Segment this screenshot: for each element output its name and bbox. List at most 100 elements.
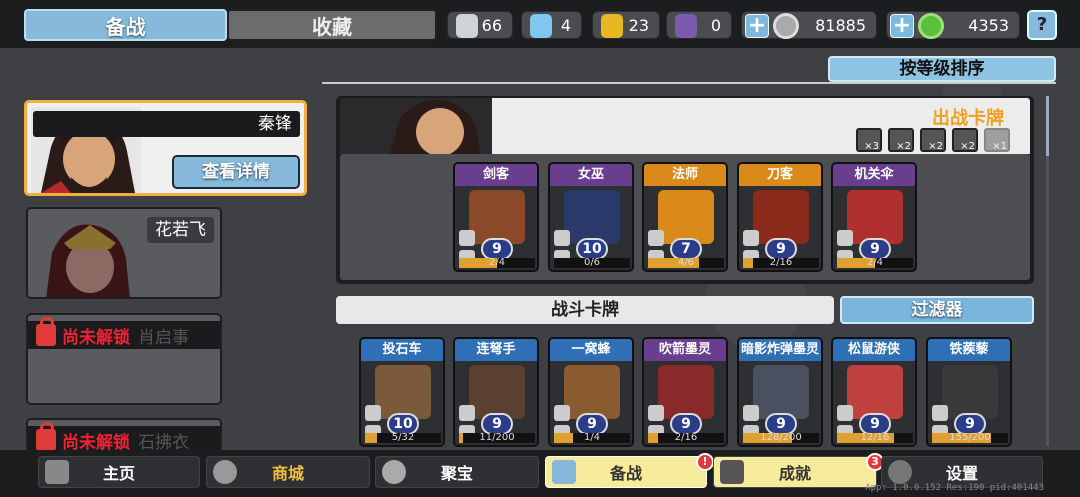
trait-icon [743,230,759,246]
tab-collection[interactable]: 收藏 [227,9,437,41]
card[interactable]: 连弩手 9 11/200 [453,337,539,447]
nav-achievements[interactable]: 成就 3 [713,453,884,488]
progress-text: 2/4 [866,257,884,268]
card-art [942,365,998,419]
scrollbar-thumb[interactable] [1046,96,1049,156]
home-icon [45,460,69,484]
nav-label: 聚宝 [440,464,473,483]
hero-card-selected[interactable]: 秦锋 查看详情 [24,100,307,196]
gems-value: 4353 [968,15,1009,35]
nav-label: 主页 [102,464,135,483]
deploy-title: 出战卡牌 [932,108,1004,129]
card-progress: 0/6 [554,258,630,268]
add-coins-button[interactable]: + [745,14,769,38]
view-details-button[interactable]: 查看详情 [172,155,300,189]
card-label: 连弩手 [455,339,537,361]
card-art [375,365,431,419]
help-button[interactable]: ? [1027,10,1057,40]
sort-by-level-button[interactable]: 按等级排序 [828,56,1056,82]
nav-treasure[interactable]: 聚宝 [375,456,539,488]
card-art [469,190,525,244]
card[interactable]: 剑客 9 2/4 [453,162,539,272]
card-label: 机关伞 [833,164,915,186]
progress-text: 1/4 [583,432,601,443]
nav-prepare[interactable]: 备战 ! [545,453,714,488]
nav-label: 设置 [945,464,978,483]
divider [322,82,1056,84]
card-label: 吹箭墨灵 [644,339,726,361]
multiplier-badge: ×2 [920,128,946,152]
hero-portrait-small [390,100,480,154]
card[interactable]: 法师 7 4/6 [642,162,728,272]
silver-shield-counter[interactable]: 66 [447,11,513,39]
lock-icon [36,422,56,450]
tab-prepare[interactable]: 备战 [24,9,227,41]
multiplier-badge: ×1 [984,128,1010,152]
progress-fill [365,433,378,443]
nav-shop[interactable]: 商城 [206,456,370,488]
blue-crystal-icon [530,14,552,38]
card[interactable]: 机关伞 9 2/4 [831,162,917,272]
progress-fill [459,433,463,443]
card-label: 暗影炸弹墨灵 [739,339,821,361]
purple-badge-value: 0 [710,15,721,35]
progress-fill [743,258,753,268]
progress-text: 5/32 [391,432,415,443]
progress-text: 2/4 [488,257,506,268]
card-art [658,365,714,419]
hero-card-locked[interactable]: 尚未解锁 肖启事 [26,313,222,405]
progress-text: 128/200 [760,432,802,443]
question-icon: ? [1036,14,1048,35]
progress-text: 2/16 [674,432,698,443]
nav-label: 成就 [778,464,811,483]
progress-fill [554,433,573,443]
card-progress: 1/4 [554,433,630,443]
coins-counter: + 81885 [741,11,877,39]
progress-text: 4/6 [677,257,695,268]
nav-label: 商城 [271,464,304,483]
locked-label: 尚未解锁 [62,327,130,348]
card[interactable]: 一窝蜂 9 1/4 [548,337,634,447]
trait-icon [837,405,853,421]
gold-shield-value: 23 [628,15,649,35]
trait-icon [648,405,664,421]
add-gems-button[interactable]: + [890,14,914,38]
hero-card-locked[interactable]: 尚未解锁 石拂衣 [26,418,222,452]
card-label: 刀客 [739,164,821,186]
achievement-icon [720,460,744,484]
card-art [658,190,714,244]
card[interactable]: 吹箭墨灵 9 2/16 [642,337,728,447]
nav-home[interactable]: 主页 [38,456,200,488]
hero-card[interactable]: 花若飞 [26,207,222,299]
card[interactable]: 刀客 9 2/16 [737,162,823,272]
card-label: 一窝蜂 [550,339,632,361]
card-progress: 12/16 [837,433,913,443]
card-label: 松鼠游侠 [833,339,915,361]
card[interactable]: 投石车 10 5/32 [359,337,445,447]
top-bar: 备战 收藏 66 4 23 0 + 81885 + 4353 ? [0,0,1080,48]
progress-text: 155/200 [949,432,991,443]
card[interactable]: 铁蒺藜 9 155/200 [926,337,1012,447]
multiplier-badge: ×2 [888,128,914,152]
coins-icon [213,460,237,484]
card-art [847,190,903,244]
green-gem-icon [918,13,944,39]
trait-icon [648,230,664,246]
multiplier-badge: ×3 [856,128,882,152]
trait-icon [932,405,948,421]
card-progress: 4/6 [648,258,724,268]
locked-label: 尚未解锁 [62,432,130,452]
card[interactable]: 松鼠游侠 9 12/16 [831,337,917,447]
version-text: App: 1.0.0.152 Res:190 pid:401443 [865,483,1044,493]
hero-name-label: 石拂衣 [138,432,189,452]
card-progress: 5/32 [365,433,441,443]
card[interactable]: 暗影炸弹墨灵 9 128/200 [737,337,823,447]
hero-name-label: 秦锋 [33,111,300,137]
blue-crystal-counter[interactable]: 4 [521,11,582,39]
card[interactable]: 女巫 10 0/6 [548,162,634,272]
filter-button[interactable]: 过滤器 [840,296,1034,324]
card-progress: 11/200 [459,433,535,443]
purple-badge-counter[interactable]: 0 [666,11,732,39]
gold-shield-counter[interactable]: 23 [592,11,660,39]
card-label: 剑客 [455,164,537,186]
